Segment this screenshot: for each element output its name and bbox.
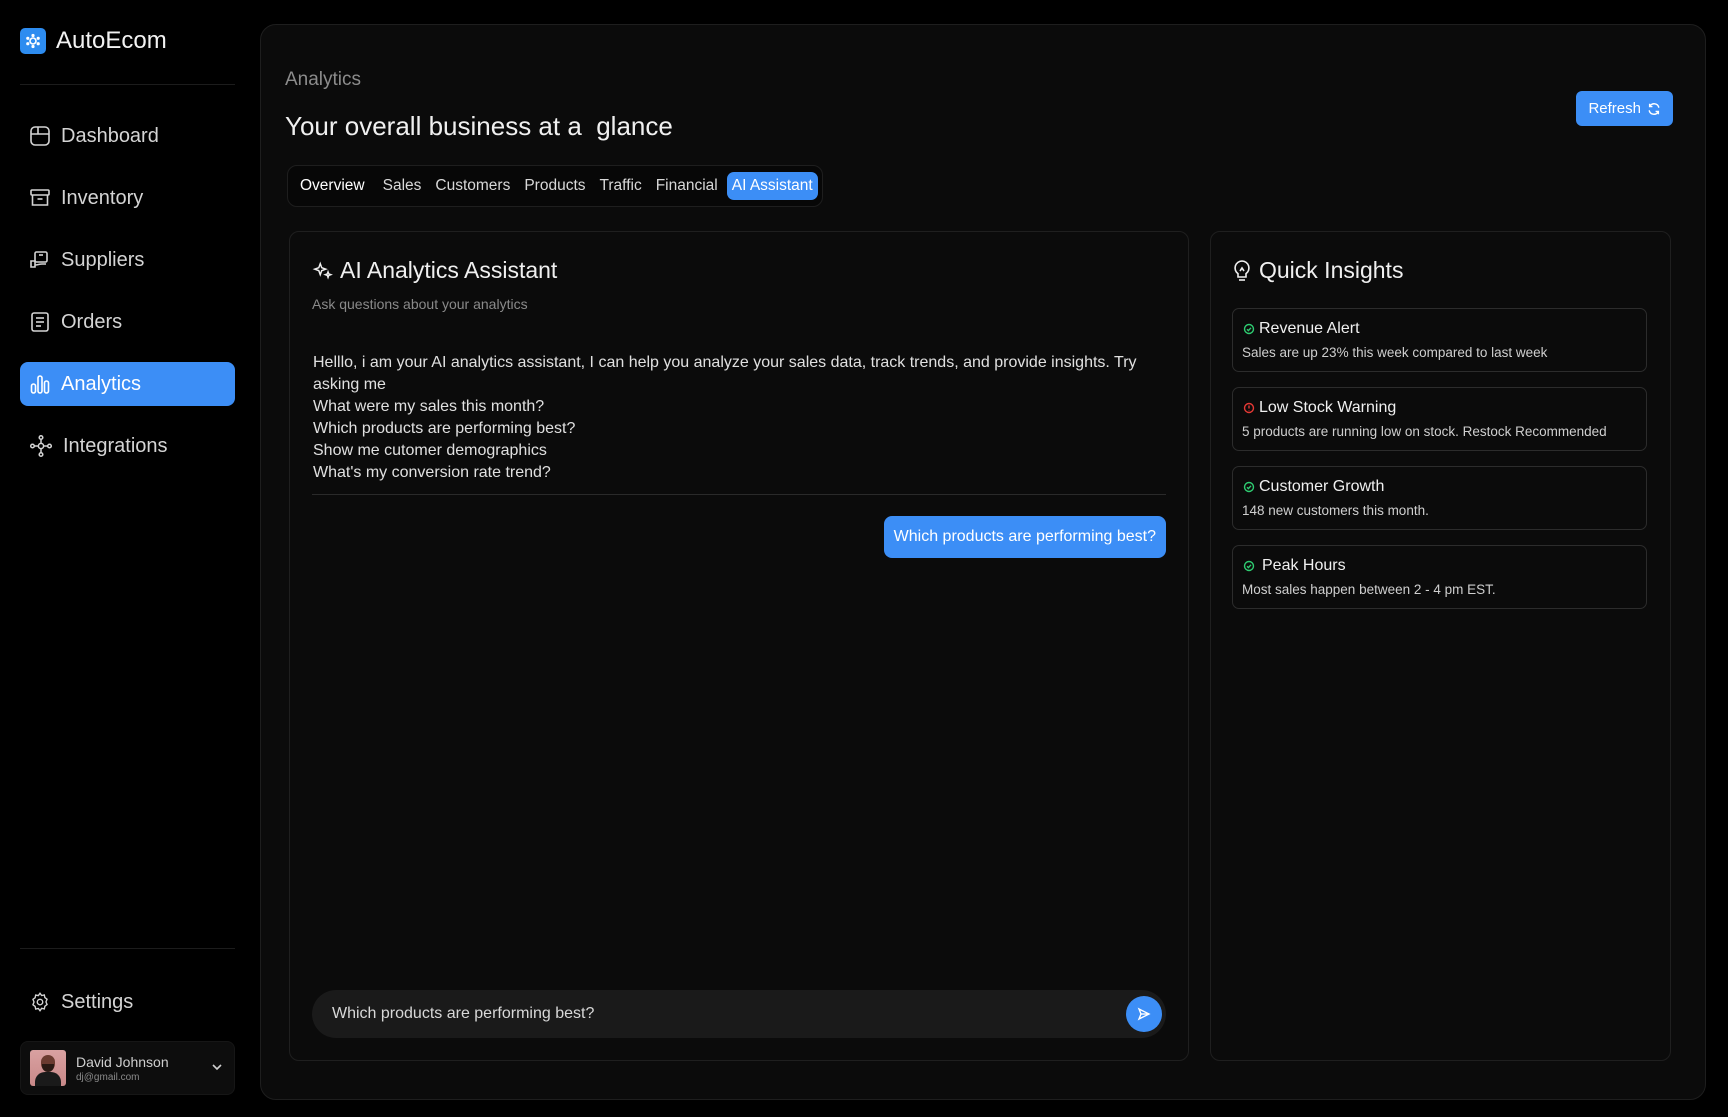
status-ok-icon xyxy=(1243,481,1255,493)
ai-assistant-card: AI Analytics Assistant Ask questions abo… xyxy=(289,231,1189,1061)
integrations-icon xyxy=(29,434,53,458)
status-ok-icon xyxy=(1243,323,1255,335)
insight-peak-hours[interactable]: Peak Hours Most sales happen between 2 -… xyxy=(1232,545,1647,609)
insight-description: Sales are up 23% this week compared to l… xyxy=(1242,345,1548,360)
tab-overview[interactable]: Overview xyxy=(292,172,374,200)
tab-financial[interactable]: Financial xyxy=(651,172,723,200)
sidebar-item-label: Analytics xyxy=(61,372,142,395)
chat-divider xyxy=(312,494,1166,495)
tab-customers[interactable]: Customers xyxy=(430,172,515,200)
user-name: David Johnson xyxy=(76,1053,169,1070)
sidebar-item-settings[interactable]: Settings xyxy=(20,980,235,1024)
user-email: dj@gmail.com xyxy=(76,1071,140,1083)
assistant-message-line: asking me xyxy=(313,376,386,393)
assistant-message-line: What's my conversion rate trend? xyxy=(313,464,551,481)
insights-title: Quick Insights xyxy=(1259,257,1404,283)
insight-low-stock[interactable]: Low Stock Warning 5 products are running… xyxy=(1232,387,1647,451)
insight-title: Customer Growth xyxy=(1259,478,1385,495)
insight-customer-growth[interactable]: Customer Growth 148 new customers this m… xyxy=(1232,466,1647,530)
sidebar-item-analytics[interactable]: Analytics xyxy=(20,362,235,406)
breadcrumb: Analytics xyxy=(285,69,362,90)
insight-description: Most sales happen between 2 - 4 pm EST. xyxy=(1242,582,1496,597)
inventory-icon xyxy=(30,189,50,206)
assistant-message-line: Which products are performing best? xyxy=(313,420,576,437)
refresh-button[interactable]: Refresh xyxy=(1576,91,1673,126)
analytics-icon xyxy=(30,375,50,394)
brand-name: AutoEcom xyxy=(56,27,167,54)
dashboard-icon xyxy=(30,126,50,146)
user-profile[interactable]: David Johnson dj@gmail.com xyxy=(20,1041,235,1095)
user-message-bubble: Which products are performing best? xyxy=(883,516,1166,558)
insight-title: Revenue Alert xyxy=(1259,320,1360,337)
sidebar-item-label: Dashboard xyxy=(61,124,159,147)
sidebar-nav: Dashboard Inventory Suppliers Orders Ana… xyxy=(20,114,235,486)
sidebar-divider xyxy=(20,948,235,949)
tab-sales[interactable]: Sales xyxy=(378,172,427,200)
chat-subtitle: Ask questions about your analytics xyxy=(312,296,528,312)
assistant-message-line: What were my sales this month? xyxy=(313,398,545,415)
logo-icon xyxy=(20,28,46,54)
sidebar-item-label: Inventory xyxy=(61,186,144,209)
sidebar-item-dashboard[interactable]: Dashboard xyxy=(20,114,235,158)
refresh-icon xyxy=(1648,102,1660,115)
settings-label: Settings xyxy=(61,990,134,1013)
sidebar-item-inventory[interactable]: Inventory xyxy=(20,176,235,220)
orders-icon xyxy=(31,312,49,332)
insights-header: Quick Insights xyxy=(1231,257,1403,284)
assistant-message-line: Show me cutomer demographics xyxy=(313,442,547,459)
refresh-label: Refresh xyxy=(1588,100,1641,117)
gear-icon xyxy=(32,992,48,1012)
analytics-tabs: Overview Sales Customers Products Traffi… xyxy=(287,165,823,207)
main-panel: Analytics Your overall business at a gla… xyxy=(260,24,1706,1100)
assistant-message-line: Helllo, i am your AI analytics assistant… xyxy=(313,354,1137,371)
lightbulb-icon xyxy=(1234,259,1250,281)
page-title: Your overall business at a glance xyxy=(285,111,673,141)
sidebar-item-label: Integrations xyxy=(63,434,168,457)
insight-description: 5 products are running low on stock. Res… xyxy=(1242,424,1607,439)
sidebar: AutoEcom Dashboard Inventory Suppliers O… xyxy=(0,0,256,1117)
chat-title: AI Analytics Assistant xyxy=(340,257,558,283)
brand[interactable]: AutoEcom xyxy=(20,24,167,58)
insight-title: Peak Hours xyxy=(1262,557,1346,574)
chat-input[interactable] xyxy=(312,990,1126,1038)
tab-products[interactable]: Products xyxy=(519,172,590,200)
quick-insights-card: Quick Insights Revenue Alert Sales are u… xyxy=(1210,231,1671,1061)
status-ok-icon xyxy=(1243,560,1255,572)
send-icon xyxy=(1137,1007,1151,1021)
tab-ai-assistant[interactable]: AI Assistant xyxy=(726,172,818,200)
send-button[interactable] xyxy=(1126,996,1162,1032)
alert-icon xyxy=(1243,402,1255,414)
insight-revenue-alert[interactable]: Revenue Alert Sales are up 23% this week… xyxy=(1232,308,1647,372)
sidebar-item-label: Orders xyxy=(61,310,123,333)
sidebar-divider xyxy=(20,84,235,85)
sidebar-item-orders[interactable]: Orders xyxy=(20,300,235,344)
sparkles-icon xyxy=(312,261,333,280)
chat-header: AI Analytics Assistant xyxy=(312,257,557,284)
sidebar-item-integrations[interactable]: Integrations xyxy=(20,424,235,468)
chevron-down-icon[interactable] xyxy=(210,1060,224,1074)
avatar xyxy=(30,1050,66,1086)
assistant-message: Helllo, i am your AI analytics assistant… xyxy=(313,352,1143,484)
sidebar-item-suppliers[interactable]: Suppliers xyxy=(20,238,235,282)
tab-traffic[interactable]: Traffic xyxy=(595,172,647,200)
suppliers-icon xyxy=(30,251,48,268)
sidebar-item-label: Suppliers xyxy=(61,248,145,271)
chat-input-bar xyxy=(312,990,1166,1038)
insight-title: Low Stock Warning xyxy=(1259,399,1397,416)
insight-description: 148 new customers this month. xyxy=(1242,503,1429,518)
